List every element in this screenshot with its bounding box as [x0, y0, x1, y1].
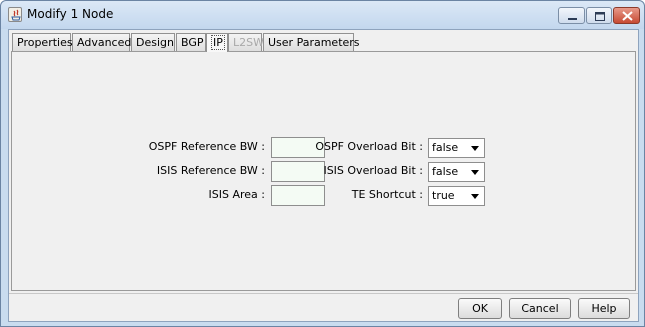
te-shortcut-label: TE Shortcut :: [351, 188, 423, 201]
isis-reference-bw-label: ISIS Reference BW :: [156, 164, 265, 177]
isis-area-input[interactable]: [271, 185, 325, 206]
maximize-icon: [595, 12, 605, 21]
tab-advanced[interactable]: Advanced: [72, 33, 131, 51]
chevron-down-icon: [471, 194, 479, 199]
isis-overload-bit-value: false: [432, 165, 459, 178]
tab-ip[interactable]: IP: [206, 33, 228, 52]
ospf-overload-bit-label: OSPF Overload Bit :: [315, 140, 423, 153]
isis-overload-bit-label: ISIS Overload Bit :: [323, 164, 423, 177]
minimize-icon: [568, 18, 577, 20]
dialog-content: Properties Advanced Design BGP IP L2SW U…: [8, 29, 639, 322]
ip-tab-panel: OSPF Reference BW : ISIS Reference BW : …: [11, 51, 636, 291]
maximize-button[interactable]: [586, 7, 612, 24]
tab-l2sw: L2SW: [228, 33, 264, 51]
ospf-overload-bit-select[interactable]: false: [428, 138, 485, 158]
isis-area-label: ISIS Area :: [208, 188, 265, 201]
isis-overload-bit-select[interactable]: false: [428, 162, 485, 182]
button-bar-divider: [9, 293, 638, 294]
help-button[interactable]: Help: [578, 298, 630, 319]
ok-button[interactable]: OK: [458, 298, 502, 319]
close-button[interactable]: [613, 7, 640, 24]
window-title: Modify 1 Node: [27, 7, 114, 21]
tab-bgp[interactable]: BGP: [176, 33, 206, 51]
tab-design[interactable]: Design: [131, 33, 175, 51]
dialog-window: Modify 1 Node Properties Advanced Design…: [0, 0, 645, 327]
java-app-icon: [8, 7, 22, 22]
te-shortcut-select[interactable]: true: [428, 186, 485, 206]
tab-user-parameters[interactable]: User Parameters: [263, 33, 360, 51]
isis-reference-bw-input[interactable]: [271, 161, 325, 182]
te-shortcut-value: true: [432, 189, 455, 202]
ospf-overload-bit-value: false: [432, 141, 459, 154]
title-bar[interactable]: Modify 1 Node: [1, 1, 644, 29]
chevron-down-icon: [471, 170, 479, 175]
close-icon: [622, 11, 633, 21]
minimize-button[interactable]: [558, 7, 585, 24]
tab-properties[interactable]: Properties: [12, 33, 73, 51]
chevron-down-icon: [471, 146, 479, 151]
cancel-button[interactable]: Cancel: [509, 298, 571, 319]
ospf-reference-bw-label: OSPF Reference BW :: [148, 140, 265, 153]
